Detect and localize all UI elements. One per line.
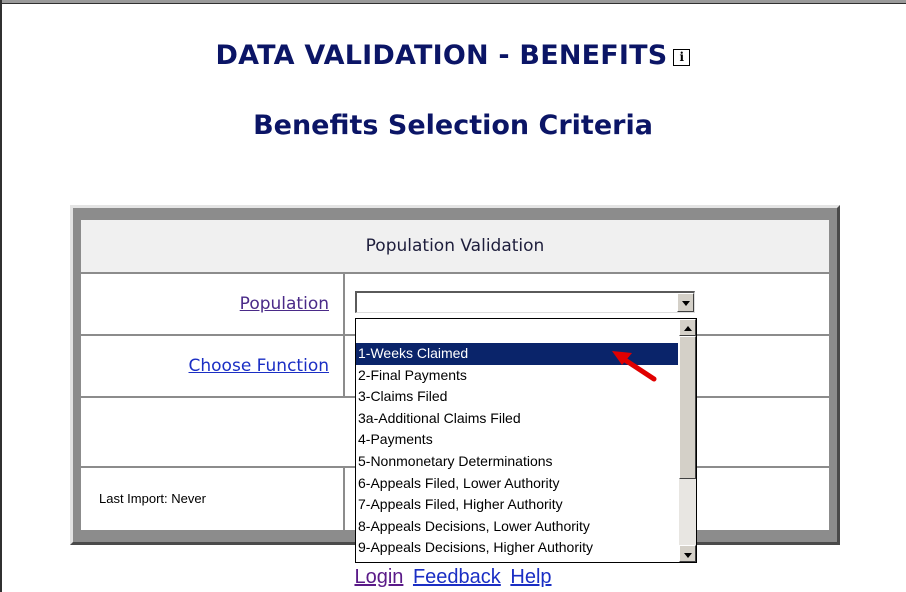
page-title-text: DATA VALIDATION - BENEFITS xyxy=(215,40,668,71)
scroll-up-button[interactable] xyxy=(679,319,696,336)
page-title: DATA VALIDATION - BENEFITS i xyxy=(0,40,906,71)
login-link[interactable]: Login xyxy=(354,566,403,588)
chevron-down-icon xyxy=(682,301,690,306)
page-subtitle: Benefits Selection Criteria xyxy=(253,110,653,141)
option-appeals-decisions-lower[interactable]: 8-Appeals Decisions, Lower Authority xyxy=(356,516,678,538)
choose-function-label-cell: Choose Function xyxy=(81,336,343,396)
population-label-cell: Population xyxy=(81,274,343,334)
window-top-border xyxy=(0,0,906,4)
chevron-up-icon xyxy=(684,326,692,331)
option-payments[interactable]: 4-Payments xyxy=(356,429,678,451)
option-appeals-decisions-higher[interactable]: 9-Appeals Decisions, Higher Authority xyxy=(356,537,678,559)
option-additional-claims-filed[interactable]: 3a-Additional Claims Filed xyxy=(356,408,678,430)
chevron-down-icon xyxy=(684,553,692,558)
blank-option[interactable] xyxy=(356,319,696,343)
last-import-text: Last Import: Never xyxy=(81,468,343,530)
footer-links: Login Feedback Help xyxy=(0,566,906,589)
info-icon[interactable]: i xyxy=(673,49,691,66)
scroll-thumb[interactable] xyxy=(679,336,696,479)
population-link[interactable]: Population xyxy=(240,294,329,314)
section-header: Population Validation xyxy=(81,220,829,272)
feedback-link[interactable]: Feedback xyxy=(413,566,501,588)
option-nonmonetary-determinations[interactable]: 5-Nonmonetary Determinations xyxy=(356,451,678,473)
help-link[interactable]: Help xyxy=(510,566,551,588)
dropdown-button[interactable] xyxy=(677,293,694,312)
population-select[interactable] xyxy=(355,291,695,313)
option-appeals-filed-higher[interactable]: 7-Appeals Filed, Higher Authority xyxy=(356,494,678,516)
choose-function-link[interactable]: Choose Function xyxy=(189,356,329,376)
red-arrow-icon xyxy=(612,351,657,382)
scroll-down-button[interactable] xyxy=(679,545,696,562)
option-claims-filed[interactable]: 3-Claims Filed xyxy=(356,386,678,408)
window-left-border xyxy=(0,0,2,592)
option-appeals-filed-lower[interactable]: 6-Appeals Filed, Lower Authority xyxy=(356,473,678,495)
dropdown-scrollbar[interactable] xyxy=(679,319,696,562)
